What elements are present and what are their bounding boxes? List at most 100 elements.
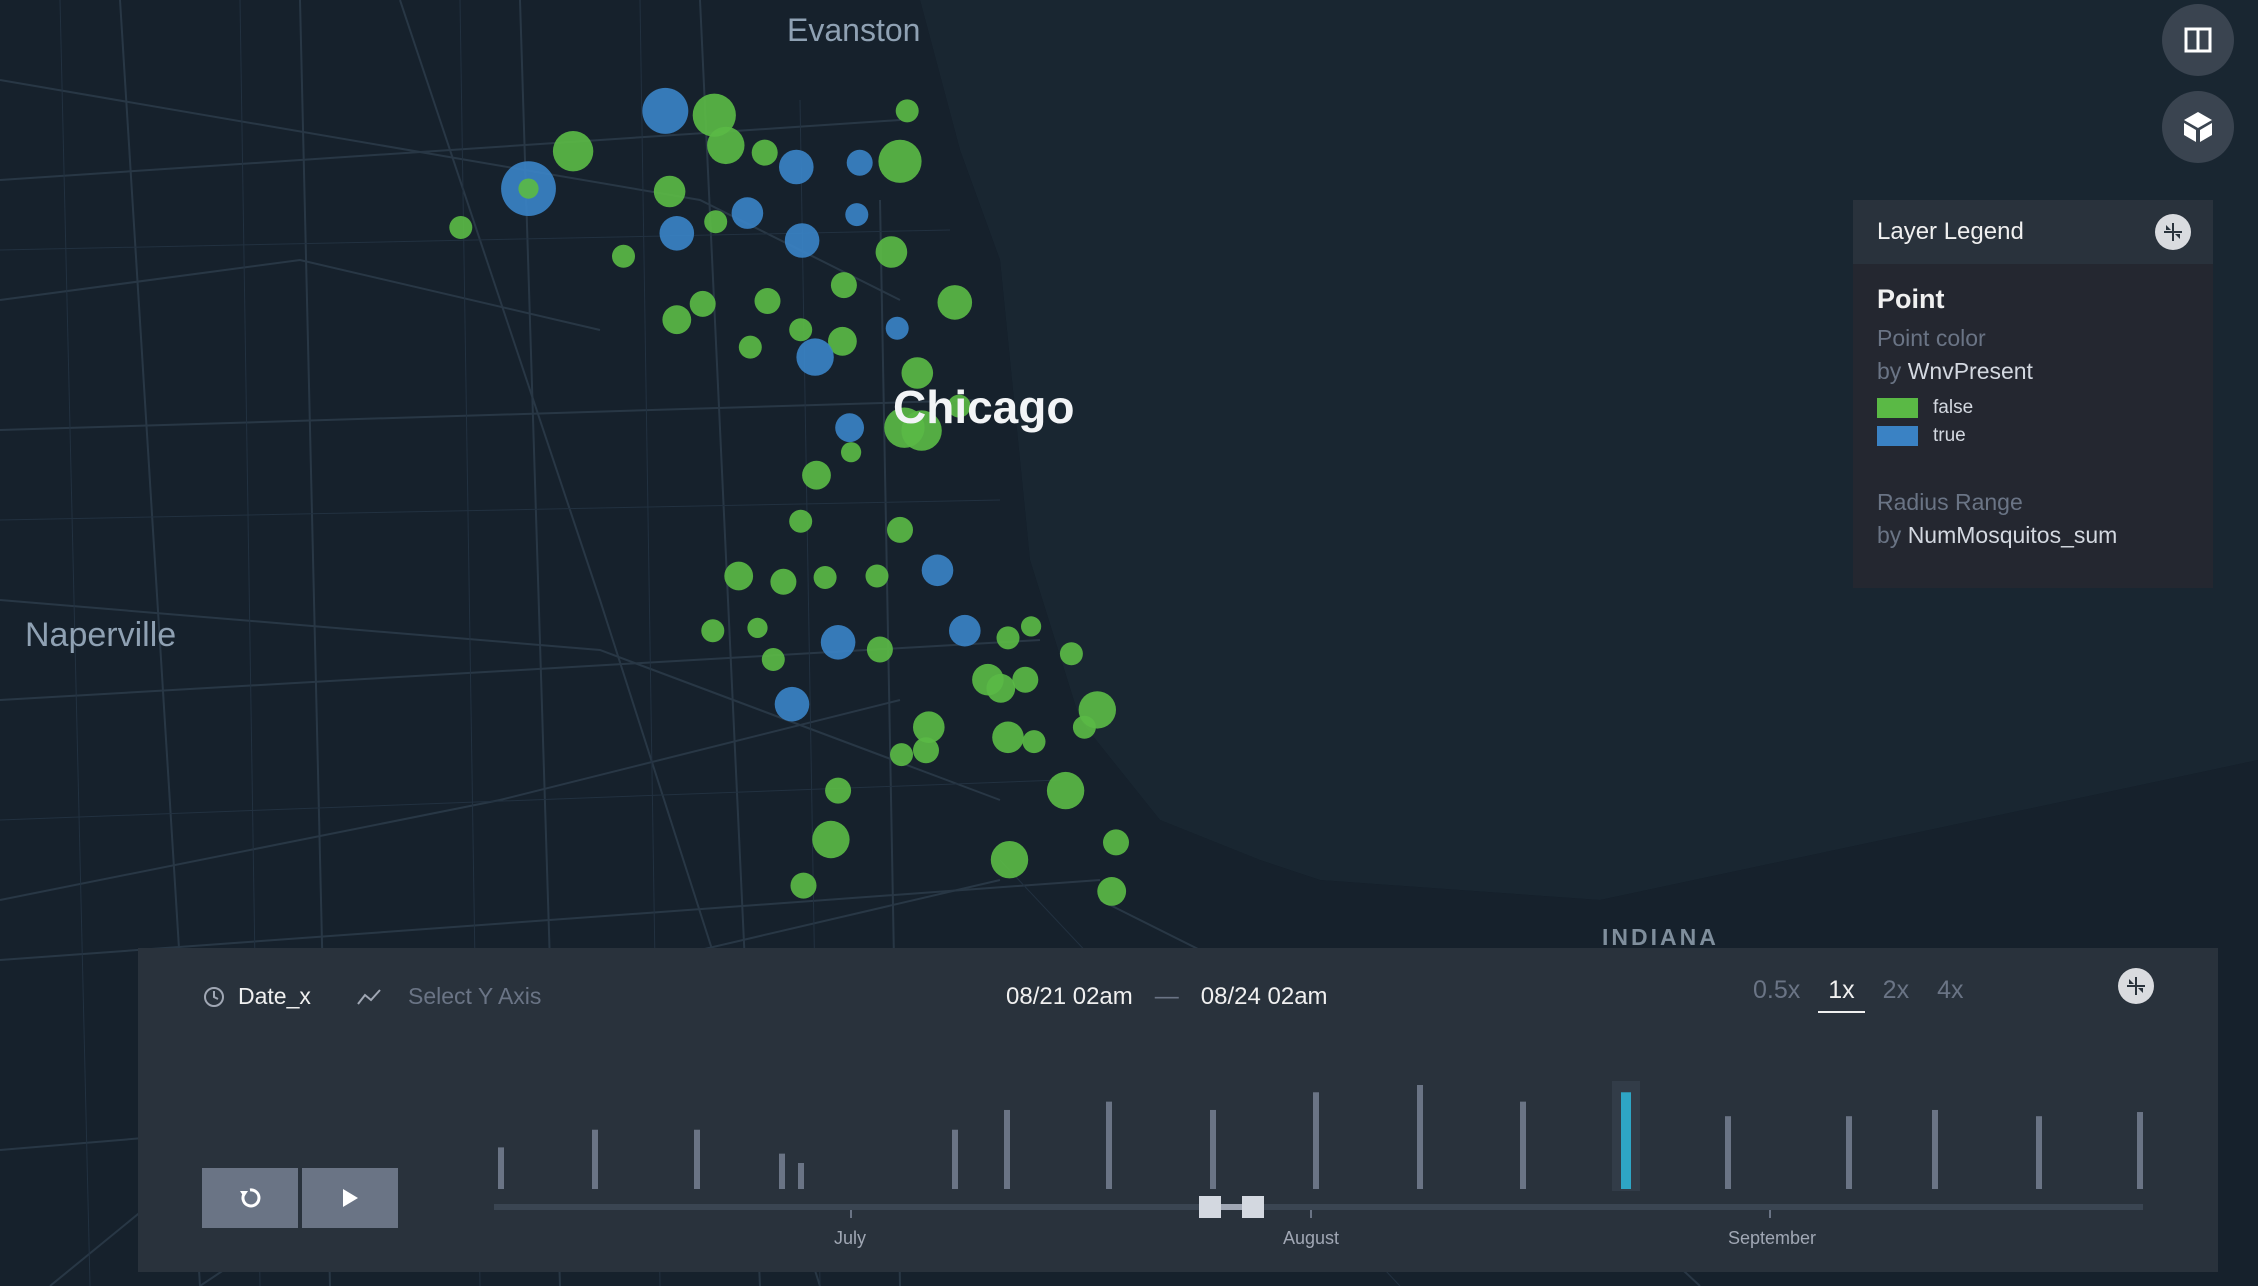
map-point-true[interactable] <box>845 203 869 227</box>
map-point-false[interactable] <box>996 626 1020 650</box>
map-point-true[interactable] <box>659 216 695 251</box>
map-point-false[interactable] <box>895 99 919 123</box>
legend-item-label: false <box>1933 397 1974 418</box>
split-map-icon <box>2184 27 2212 53</box>
map-point-false[interactable] <box>992 721 1024 754</box>
range-handle-end[interactable] <box>1242 1196 1264 1218</box>
histogram-bar-selected <box>1621 1092 1631 1189</box>
legend-header: Layer Legend <box>1853 200 2213 264</box>
map-point-false[interactable] <box>1072 715 1096 739</box>
map-point-false[interactable] <box>887 516 913 543</box>
map-point-false[interactable] <box>789 509 813 533</box>
map-point-true[interactable] <box>642 87 689 134</box>
map-point-true[interactable] <box>835 413 864 443</box>
map-point-false[interactable] <box>751 139 778 166</box>
map-point-false[interactable] <box>830 272 857 299</box>
legend-radius-field: NumMosquitos_sum <box>1907 522 2118 548</box>
map-point-true[interactable] <box>774 686 810 722</box>
legend-color-by: by WnvPresent <box>1877 358 2189 385</box>
map-point-true[interactable] <box>921 554 954 587</box>
map-point-false[interactable] <box>704 210 728 234</box>
map-point-false[interactable] <box>552 131 594 172</box>
legend-color-by-prefix: by <box>1877 358 1902 384</box>
histogram-bar <box>1106 1101 1112 1189</box>
map-point-false[interactable] <box>653 175 686 208</box>
map-point-false[interactable] <box>812 820 850 859</box>
map-point-false[interactable] <box>761 648 785 671</box>
map-point-false[interactable] <box>990 841 1029 879</box>
map-point-false[interactable] <box>789 318 813 342</box>
3d-map-icon <box>2184 112 2212 142</box>
map-point-false[interactable] <box>825 777 852 804</box>
map-point-false[interactable] <box>790 872 817 899</box>
map-point-false[interactable] <box>890 743 913 767</box>
histogram-bar <box>2137 1134 2143 1189</box>
map-point-false[interactable] <box>754 288 781 314</box>
map-point-false[interactable] <box>986 673 1016 703</box>
legend-swatch-false <box>1877 398 1918 418</box>
map-point-true[interactable] <box>846 149 873 176</box>
map-point-false[interactable] <box>878 139 922 183</box>
map-point-true[interactable] <box>949 614 981 647</box>
histogram-bar <box>1846 1116 1852 1189</box>
map-point-false[interactable] <box>937 285 973 320</box>
legend-radius-by: by NumMosquitos_sum <box>1877 522 2189 549</box>
map-point-false[interactable] <box>913 737 939 764</box>
map-point-true[interactable] <box>885 316 909 340</box>
axis-label-september: September <box>1728 1228 1817 1248</box>
city-label-evanston: Evanston <box>787 12 921 48</box>
map-point-false[interactable] <box>802 460 831 490</box>
layer-legend-panel: Layer Legend Point Point color by WnvPre… <box>1853 200 2213 588</box>
map-point-false[interactable] <box>770 568 797 595</box>
time-histogram[interactable] <box>138 948 2218 1272</box>
map-point-false[interactable] <box>1059 642 1083 666</box>
map-point-false[interactable] <box>518 178 539 199</box>
map-point-false[interactable] <box>1097 877 1127 906</box>
histogram-bar <box>1417 1085 1423 1189</box>
reset-button[interactable] <box>202 1168 298 1228</box>
map-point-false[interactable] <box>1046 771 1085 810</box>
play-button[interactable] <box>302 1168 398 1228</box>
map-point-true[interactable] <box>784 223 820 258</box>
map-point-false[interactable] <box>724 561 754 591</box>
legend-color-field: WnvPresent <box>1907 358 2033 384</box>
map-point-false[interactable] <box>1103 829 1129 856</box>
map-point-false[interactable] <box>875 236 908 268</box>
range-handle-start[interactable] <box>1199 1196 1221 1218</box>
map-point-false[interactable] <box>738 335 762 359</box>
map-point-true[interactable] <box>779 149 814 185</box>
axis-label-august: August <box>1283 1228 1340 1248</box>
map-point-true[interactable] <box>796 338 834 376</box>
map-point-false[interactable] <box>841 442 862 463</box>
map-point-false[interactable] <box>1012 666 1039 693</box>
city-label-chicago: Chicago <box>893 381 1075 433</box>
map-point-false[interactable] <box>701 619 725 643</box>
legend-item-true: true <box>1877 425 2189 447</box>
map-point-false[interactable] <box>1021 616 1042 637</box>
map-point-false[interactable] <box>689 290 716 317</box>
map-point-false[interactable] <box>865 564 889 588</box>
histogram-bars <box>498 1081 2143 1191</box>
histogram-bar <box>798 1163 804 1189</box>
histogram-bar <box>1932 1109 1938 1189</box>
map-point-false[interactable] <box>612 244 635 268</box>
map-point-false[interactable] <box>449 216 473 239</box>
collapse-icon <box>2164 223 2182 241</box>
split-map-button[interactable] <box>2162 4 2234 76</box>
map-point-false[interactable] <box>747 617 768 639</box>
map-point-false[interactable] <box>813 566 837 589</box>
histogram-bar <box>1004 1109 1010 1189</box>
axis-label-july: July <box>834 1228 867 1248</box>
3d-map-button[interactable] <box>2162 91 2234 163</box>
map-point-false[interactable] <box>866 636 893 663</box>
map-point-false[interactable] <box>707 126 745 165</box>
legend-item-false: false <box>1877 397 2189 419</box>
legend-collapse-button[interactable] <box>2155 214 2191 250</box>
map-point-false[interactable] <box>1022 730 1046 754</box>
legend-color-label: Point color <box>1877 325 1986 351</box>
map-point-false[interactable] <box>662 305 692 335</box>
legend-body: Point Point color by WnvPresent false tr… <box>1853 264 2213 569</box>
legend-title: Layer Legend <box>1877 218 2024 245</box>
map-point-true[interactable] <box>820 625 856 660</box>
map-point-true[interactable] <box>731 197 764 229</box>
